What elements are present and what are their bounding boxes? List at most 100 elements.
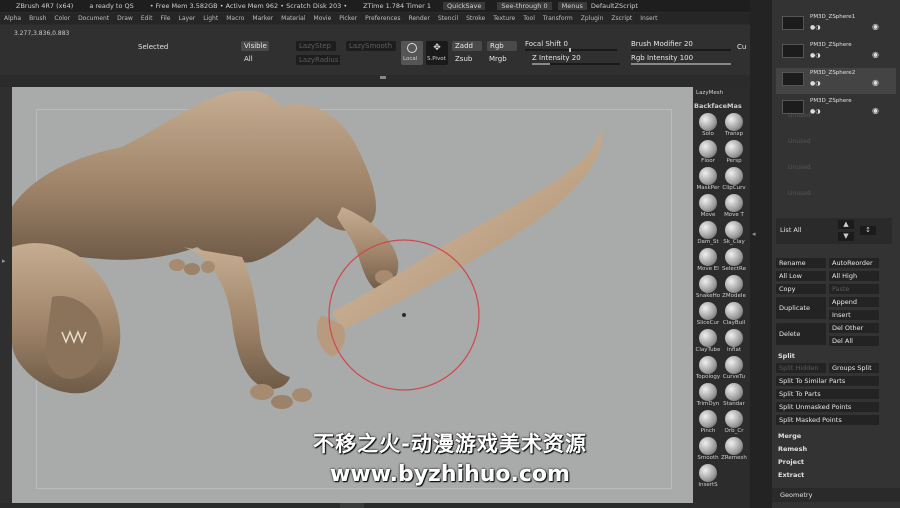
menu-item[interactable]: Material — [277, 15, 309, 22]
quicksave-button[interactable]: QuickSave — [443, 2, 486, 10]
brush-tool[interactable]: SnakeHo — [695, 275, 721, 299]
menu-item[interactable]: Render — [404, 15, 433, 22]
brush-tool[interactable]: Standar — [721, 383, 747, 407]
brush-tool[interactable]: SliceCur — [695, 302, 721, 326]
left-tray-arrow-icon[interactable]: ▸ — [2, 257, 6, 265]
insert-button[interactable]: Insert — [829, 310, 879, 320]
right-tray-arrow-icon[interactable]: ◂ — [752, 230, 756, 238]
rgb-button[interactable]: Rgb — [487, 41, 517, 51]
brush-tool[interactable]: Move T — [721, 194, 747, 218]
empty-subtool-slot[interactable]: Unused — [788, 190, 888, 216]
move-up-icon[interactable]: ▲ — [838, 220, 854, 229]
empty-subtool-slot[interactable]: Unused — [788, 138, 888, 164]
split-section-label[interactable]: Split — [778, 352, 795, 360]
del-other-button[interactable]: Del Other — [829, 323, 879, 333]
brush-modifier-slider[interactable]: Brush Modifier 20 — [631, 40, 731, 51]
subtool-item[interactable]: PM3D_ZSphere2 ●◑ ◉ — [776, 68, 896, 94]
split-similar-parts-button[interactable]: Split To Similar Parts — [776, 376, 879, 386]
focal-shift-track[interactable] — [525, 48, 617, 52]
all-low-button[interactable]: All Low — [776, 271, 826, 281]
brush-tool[interactable]: Topology — [695, 356, 721, 380]
menu-item[interactable]: Draw — [113, 15, 137, 22]
brush-tool[interactable]: ZModele — [721, 275, 747, 299]
eye-icon[interactable]: ◉ — [872, 22, 879, 31]
brush-tool[interactable]: Move El — [695, 248, 721, 272]
lazysmooth-slider[interactable]: LazySmooth — [346, 41, 396, 51]
brush-tool[interactable]: Inflat — [721, 329, 747, 353]
menu-item[interactable]: Zplugin — [577, 15, 608, 22]
duplicate-button[interactable]: Duplicate — [776, 297, 826, 319]
eye-icon[interactable]: ◉ — [872, 50, 879, 59]
default-script-button[interactable]: DefaultZScript — [591, 2, 638, 10]
copy-button[interactable]: Copy — [776, 284, 826, 294]
menu-item[interactable]: Texture — [489, 15, 519, 22]
menu-item[interactable]: Brush — [25, 15, 50, 22]
menu-item[interactable]: Preferences — [361, 15, 404, 22]
arrow-icon[interactable]: ↕ — [860, 226, 876, 235]
menu-item[interactable]: Alpha — [0, 15, 25, 22]
menu-item[interactable]: File — [156, 15, 174, 22]
brush-tool[interactable]: Floor — [695, 140, 721, 164]
menu-item[interactable]: Layer — [175, 15, 200, 22]
geometry-section[interactable]: Geometry — [772, 488, 900, 502]
z-intensity-slider[interactable]: Z Intensity 20 — [532, 54, 620, 65]
subtool-toggle-icon[interactable]: ●◑ — [810, 24, 820, 31]
pivot-button[interactable]: ✥ S.Pivot — [426, 41, 448, 65]
brush-tool[interactable]: Dam_St — [695, 221, 721, 245]
visible-button[interactable]: Visible — [241, 41, 269, 51]
subtool-toggle-icon[interactable]: ●◑ — [810, 52, 820, 59]
del-all-button[interactable]: Del All — [829, 336, 879, 346]
brush-tool[interactable]: ClayTube — [695, 329, 721, 353]
zsub-button[interactable]: Zsub — [455, 55, 472, 63]
append-button[interactable]: Append — [829, 297, 879, 307]
split-masked-button[interactable]: Split Masked Points — [776, 415, 879, 425]
brush-tool[interactable]: CurveTu — [721, 356, 747, 380]
menu-item[interactable]: Transform — [539, 15, 577, 22]
backface-mask-button[interactable]: BackfaceMas — [694, 102, 742, 110]
focal-shift-slider[interactable]: Focal Shift 0 — [525, 40, 617, 52]
zadd-button[interactable]: Zadd — [452, 41, 482, 51]
menu-item[interactable]: Light — [199, 15, 222, 22]
split-hidden-button[interactable]: Split Hidden — [776, 363, 826, 373]
mrgb-button[interactable]: Mrgb — [489, 55, 507, 63]
lazymesh-label[interactable]: LazyMesh — [696, 90, 723, 96]
menu-item[interactable]: Movie — [310, 15, 336, 22]
menu-item[interactable]: Marker — [248, 15, 277, 22]
list-all-button[interactable]: List All — [780, 226, 802, 234]
bottom-tray-handle[interactable] — [340, 503, 364, 508]
menu-item[interactable]: Document — [74, 15, 113, 22]
brush-tool[interactable]: Transp — [721, 113, 747, 137]
lazystep-slider[interactable]: LazyStep — [296, 41, 336, 51]
split-unmasked-button[interactable]: Split Unmasked Points — [776, 402, 879, 412]
eye-icon[interactable]: ◉ — [872, 78, 879, 87]
menu-item[interactable]: Macro — [222, 15, 248, 22]
cu-button[interactable]: Cu — [737, 43, 746, 51]
brush-tool[interactable]: Sk_Clay — [721, 221, 747, 245]
lazyradius-slider[interactable]: LazyRadius — [296, 55, 340, 65]
menu-item[interactable]: Stroke — [462, 15, 489, 22]
brush-tool[interactable]: Solo — [695, 113, 721, 137]
brush-tool[interactable]: ClayBuil — [721, 302, 747, 326]
brush-tool[interactable]: Move — [695, 194, 721, 218]
brush-tool[interactable]: Persp — [721, 140, 747, 164]
menu-item[interactable]: Stencil — [434, 15, 462, 22]
brush-tool[interactable]: ClipCurv — [721, 167, 747, 191]
empty-subtool-slot[interactable]: Unused — [788, 112, 888, 138]
all-high-button[interactable]: All High — [829, 271, 879, 281]
menu-item[interactable]: Insert — [636, 15, 661, 22]
z-intensity-track[interactable] — [532, 63, 620, 65]
brush-tool[interactable]: TrimDyn — [695, 383, 721, 407]
menu-item[interactable]: Edit — [137, 15, 157, 22]
split-to-parts-button[interactable]: Split To Parts — [776, 389, 879, 399]
delete-button[interactable]: Delete — [776, 323, 826, 345]
move-down-icon[interactable]: ▼ — [838, 232, 854, 241]
all-button[interactable]: All — [244, 55, 253, 63]
paste-button[interactable]: Paste — [829, 284, 879, 294]
local-button[interactable]: Local — [401, 41, 423, 65]
brush-modifier-track[interactable] — [631, 49, 731, 51]
rename-button[interactable]: Rename — [776, 258, 826, 268]
subtool-item[interactable]: PM3D_ZSphere ●◑ ◉ — [776, 40, 896, 66]
subtool-toggle-icon[interactable]: ●◑ — [810, 80, 820, 87]
subtool-item[interactable]: PM3D_ZSphere1 ●◑ ◉ — [776, 12, 896, 38]
empty-subtool-slot[interactable]: Unused — [788, 164, 888, 190]
